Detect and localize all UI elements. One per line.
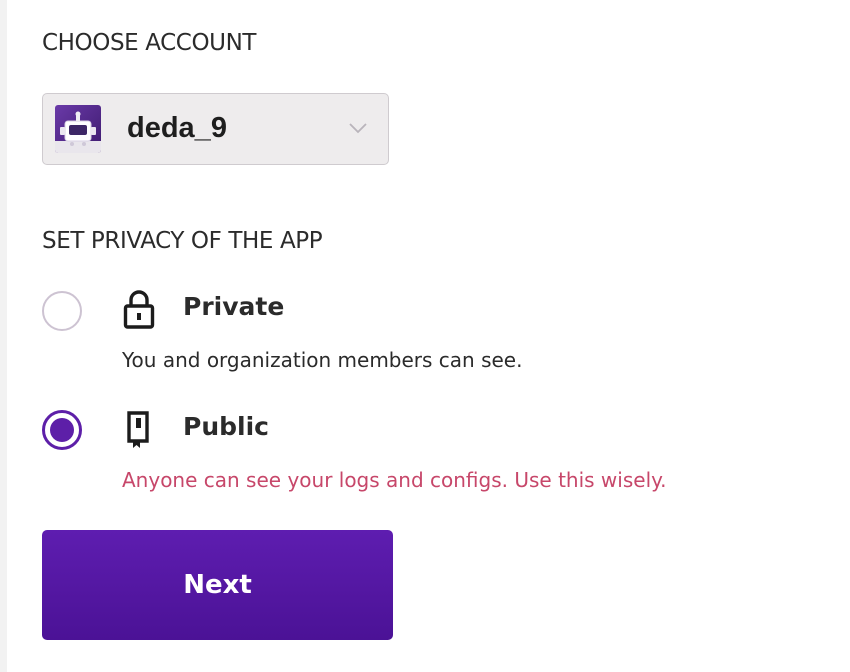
robot-avatar-icon [55, 105, 101, 153]
book-icon [127, 411, 149, 448]
public-option-title: Public [183, 412, 269, 441]
chevron-down-icon [349, 123, 367, 134]
radio-public[interactable] [42, 410, 82, 450]
next-button[interactable]: Next [42, 530, 393, 640]
private-option-title: Private [183, 292, 285, 321]
account-select[interactable]: deda_9 [42, 93, 389, 165]
lock-icon [123, 290, 155, 329]
left-edge-divider [0, 0, 7, 672]
public-option-warning: Anyone can see your logs and configs. Us… [122, 468, 667, 492]
choose-account-label: CHOOSE ACCOUNT [42, 30, 257, 56]
private-option-description: You and organization members can see. [122, 348, 523, 372]
radio-selected-dot [50, 418, 74, 442]
radio-private[interactable] [42, 291, 82, 331]
create-app-form: CHOOSE ACCOUNT deda_9 SET PRIVACY OF THE… [0, 0, 850, 672]
selected-account-name: deda_9 [127, 112, 227, 144]
privacy-label: SET PRIVACY OF THE APP [42, 228, 323, 254]
